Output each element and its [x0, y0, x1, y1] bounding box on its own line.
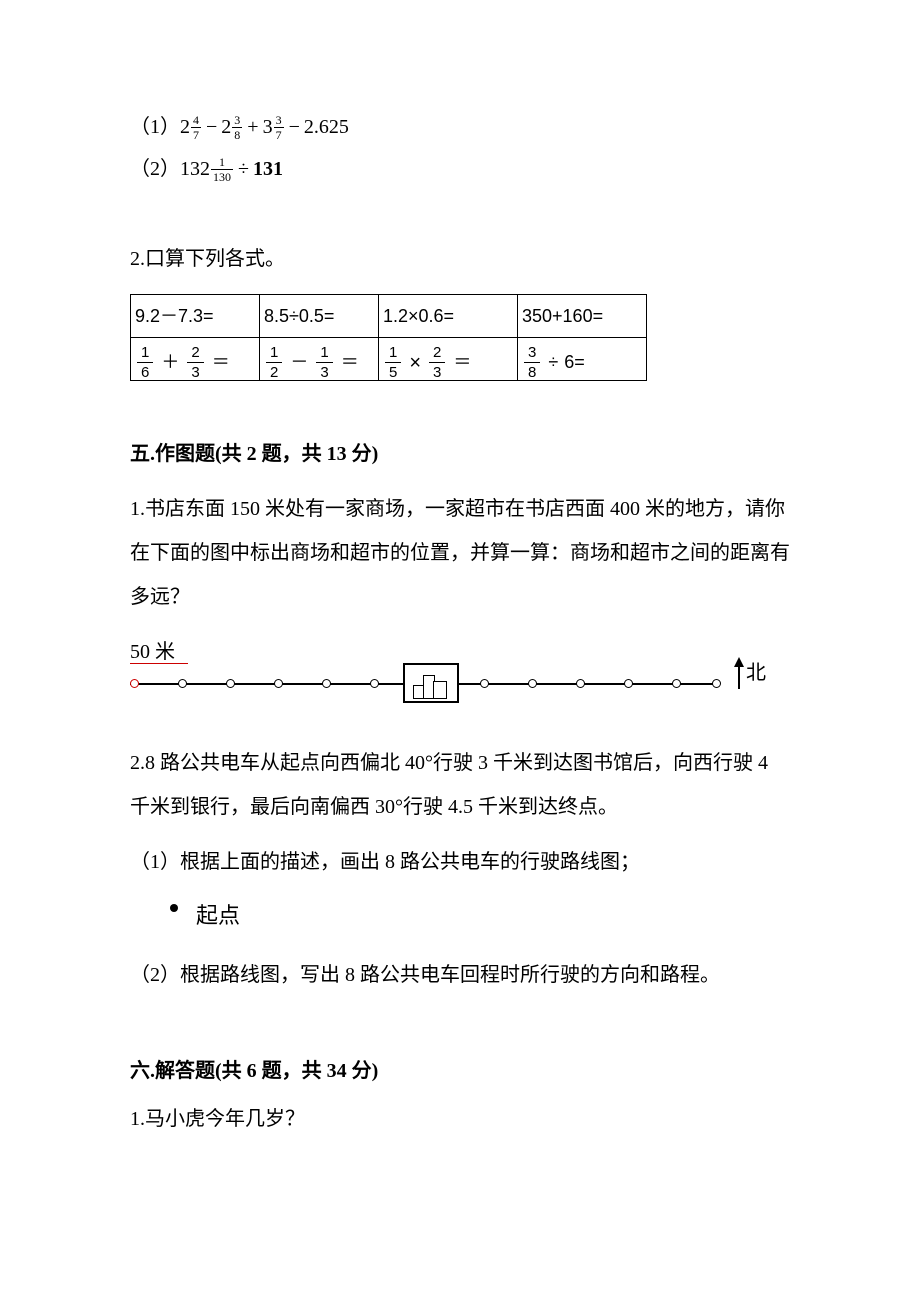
start-point: 起点: [170, 899, 790, 932]
number-line-diagram: 50 米 北: [130, 643, 730, 723]
section-6-q1: 1.马小虎今年几岁？: [130, 1104, 790, 1134]
section-5-q2b: （2）根据路线图，写出 8 路公共电车回程时所行驶的方向和路程。: [130, 960, 790, 990]
axis-dot: [576, 679, 585, 688]
axis-dot: [672, 679, 681, 688]
start-label: 起点: [196, 899, 240, 932]
axis-dot: [370, 679, 379, 688]
axis-dot: [274, 679, 283, 688]
axis-dot: [712, 679, 721, 688]
equation-2-math: 132 1130 ÷ 131: [180, 154, 283, 184]
scale-underline: [130, 663, 188, 664]
table-row: 9.2－7.3= 8.5÷0.5= 1.2×0.6= 350+160=: [131, 295, 647, 338]
axis-dot: [480, 679, 489, 688]
bookstore-icon: [403, 663, 459, 703]
section-5-title: 五.作图题(共 2 题，共 13 分): [130, 439, 790, 469]
mental-calc-table: 9.2－7.3= 8.5÷0.5= 1.2×0.6= 350+160= 16 ＋…: [130, 294, 647, 381]
cell-r1c3: 1.2×0.6=: [379, 295, 518, 338]
axis-dot: [624, 679, 633, 688]
equation-2-label: （2）: [130, 154, 180, 184]
axis-dot: [178, 679, 187, 688]
cell-r1c4: 350+160=: [518, 295, 647, 338]
section-5-q2a: （1）根据上面的描述，画出 8 路公共电车的行驶路线图；: [130, 847, 790, 877]
equation-2: （2） 132 1130 ÷ 131: [130, 154, 790, 184]
cell-r2c2: 12 － 13 ＝: [260, 338, 379, 381]
axis-dot: [130, 679, 139, 688]
section-5-q1: 1.书店东面 150 米处有一家商场，一家超市在书店西面 400 米的地方，请你…: [130, 487, 790, 619]
equation-1-math: 2 47 − 2 38 + 3 37 − 2.625: [180, 112, 349, 142]
section-5-q2: 2.8 路公共电车从起点向西偏北 40°行驶 3 千米到达图书馆后，向西行驶 4…: [130, 741, 790, 829]
cell-r2c1: 16 ＋ 23 ＝: [131, 338, 260, 381]
equation-1-label: （1）: [130, 112, 180, 142]
table-row: 16 ＋ 23 ＝ 12 － 13 ＝ 15 × 23 ＝ 38: [131, 338, 647, 381]
axis-dot: [322, 679, 331, 688]
cell-r2c3: 15 × 23 ＝: [379, 338, 518, 381]
section-6-title: 六.解答题(共 6 题，共 34 分): [130, 1056, 790, 1086]
cell-r1c1: 9.2－7.3=: [131, 295, 260, 338]
cell-r1c2: 8.5÷0.5=: [260, 295, 379, 338]
start-dot-icon: [170, 904, 178, 912]
axis-dot: [226, 679, 235, 688]
equation-1: （1） 2 47 − 2 38 + 3 37 − 2.625: [130, 112, 790, 142]
question-2-title: 2.口算下列各式。: [130, 244, 790, 274]
axis-dot: [528, 679, 537, 688]
cell-r2c4: 38 ÷ 6 =: [518, 338, 647, 381]
compass-north-icon: 北: [734, 657, 766, 689]
